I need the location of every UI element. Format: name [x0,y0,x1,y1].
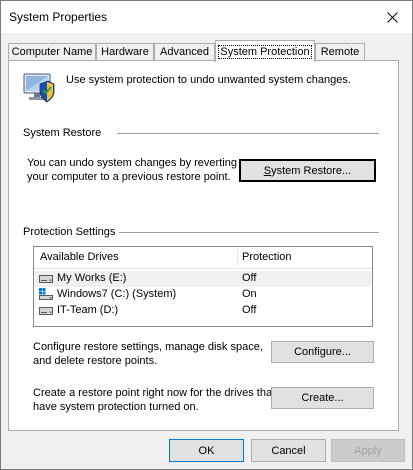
tab-advanced[interactable]: Advanced [154,43,215,60]
intro-text: Use system protection to undo unwanted s… [66,74,351,86]
drive-name: Windows7 (C:) (System) [57,288,177,300]
drives-listbox[interactable]: Available Drives Protection My Works (E:… [33,246,373,327]
configure-button-label: Configure... [294,346,351,358]
system-protection-icon [23,73,55,103]
system-restore-description-line1: You can undo system changes by reverting [27,157,237,169]
drive-name: IT-Team (D:) [57,304,119,316]
ok-button[interactable]: OK [169,439,244,462]
system-drive-icon [39,288,53,300]
column-divider [237,249,238,266]
tab-system-protection[interactable]: System Protection [215,40,315,62]
configure-description-line2: and delete restore points. [33,355,158,367]
drive-icon [39,275,53,283]
drive-protection-status: Off [242,304,257,316]
system-restore-button[interactable]: System Restore... [239,159,376,182]
drive-row[interactable]: Windows7 (C:) (System) On [35,287,371,303]
close-icon [386,11,398,23]
tab-remote[interactable]: Remote [315,43,365,60]
close-button[interactable] [378,5,406,29]
apply-button[interactable]: Apply [331,439,405,462]
create-button[interactable]: Create... [271,387,374,409]
cancel-button[interactable]: Cancel [251,439,326,462]
create-description-line1: Create a restore point right now for the… [33,387,276,399]
system-restore-button-label: ystem Restore... [271,164,352,177]
system-restore-description-line2: your computer to a previous restore poin… [27,171,231,183]
drive-row[interactable]: IT-Team (D:) Off [35,303,371,319]
create-button-label: Create... [301,392,344,404]
system-properties-window: System Properties Computer Name Hardware… [0,0,413,470]
tab-computer-name[interactable]: Computer Name [8,43,96,60]
drive-name: My Works (E:) [57,272,127,284]
column-available-drives[interactable]: Available Drives [40,251,119,263]
drive-row[interactable]: My Works (E:) Off [35,271,371,287]
window-title: System Properties [9,10,108,24]
listbox-header: Available Drives Protection [34,247,372,269]
drive-protection-status: On [242,288,257,300]
ok-button-label: OK [198,444,215,457]
create-description-line2: have system protection turned on. [33,401,199,413]
protection-settings-group-label: Protection Settings [23,226,120,238]
protection-settings-divider [119,232,379,233]
configure-button[interactable]: Configure... [271,341,374,363]
system-restore-divider [117,133,379,134]
tab-hardware[interactable]: Hardware [96,43,154,60]
drive-protection-status: Off [242,272,257,284]
configure-description-line1: Configure restore settings, manage disk … [33,341,263,353]
system-protection-panel: Use system protection to undo unwanted s… [8,60,399,431]
column-protection[interactable]: Protection [242,251,292,263]
cancel-button-label: Cancel [271,444,306,457]
system-restore-group-label: System Restore [23,127,106,139]
apply-button-label: Apply [354,444,382,457]
title-bar: System Properties [1,1,412,33]
drive-icon [39,307,53,315]
